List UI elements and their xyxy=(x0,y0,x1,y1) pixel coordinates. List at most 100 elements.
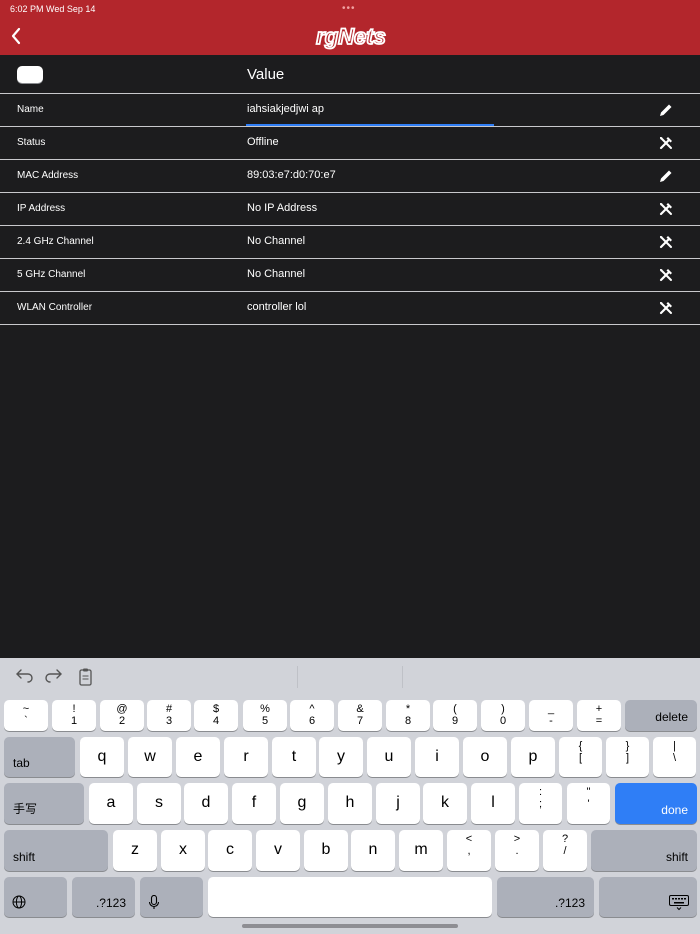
home-indicator[interactable] xyxy=(242,924,458,928)
key-i[interactable]: i xyxy=(415,737,459,777)
key-shift-char: } xyxy=(625,740,630,752)
key-3[interactable]: #3 xyxy=(147,700,191,731)
key-b[interactable]: b xyxy=(304,830,348,871)
key-4[interactable]: $4 xyxy=(194,700,238,731)
done-label: done xyxy=(661,803,688,817)
undo-icon[interactable] xyxy=(14,668,34,686)
key-char: o xyxy=(480,748,490,765)
key-v[interactable]: v xyxy=(256,830,300,871)
redo-icon[interactable] xyxy=(44,668,64,686)
tools-icon[interactable] xyxy=(658,300,674,316)
key-shift-char: % xyxy=(260,703,270,715)
key-symbol[interactable]: :; xyxy=(519,783,562,824)
tab-key[interactable]: tab xyxy=(4,737,75,777)
key-p[interactable]: p xyxy=(511,737,555,777)
key-l[interactable]: l xyxy=(471,783,515,824)
key-char: - xyxy=(549,715,553,727)
globe-key[interactable] xyxy=(4,877,67,917)
row-key: Status xyxy=(17,137,46,148)
key-`[interactable]: ~ ` xyxy=(4,700,48,731)
key-z[interactable]: z xyxy=(113,830,157,871)
key-c[interactable]: c xyxy=(208,830,252,871)
key-0[interactable]: ) 0 xyxy=(481,700,525,731)
key-char: ` xyxy=(24,715,28,727)
key-j[interactable]: j xyxy=(376,783,420,824)
key-e[interactable]: e xyxy=(176,737,220,777)
key-char: 1 xyxy=(70,715,78,727)
key-char: u xyxy=(384,748,394,765)
back-button[interactable] xyxy=(6,24,28,48)
tools-icon[interactable] xyxy=(658,135,674,151)
key--[interactable]: _ - xyxy=(529,700,573,731)
key-6[interactable]: ^ 6 xyxy=(290,700,334,731)
dictation-key[interactable] xyxy=(140,877,203,917)
key-1[interactable]: ! 1 xyxy=(52,700,96,731)
key-char: g xyxy=(297,794,307,811)
shift-right-key[interactable]: shift xyxy=(591,830,697,871)
key-char: z xyxy=(131,841,139,858)
shift-label: shift xyxy=(13,850,36,864)
key-shift-char: " xyxy=(586,786,591,798)
key-symbol[interactable]: }] xyxy=(606,737,649,777)
key-2[interactable]: @2 xyxy=(100,700,144,731)
key-y[interactable]: y xyxy=(319,737,363,777)
key-d[interactable]: d xyxy=(184,783,228,824)
space-key[interactable] xyxy=(208,877,492,917)
key-t[interactable]: t xyxy=(272,737,316,777)
paste-icon[interactable] xyxy=(76,668,96,686)
delete-key[interactable]: delete xyxy=(625,700,697,731)
key-m[interactable]: m xyxy=(399,830,443,871)
key-shift-char: + xyxy=(595,703,603,715)
row-key: 5 GHz Channel xyxy=(17,269,86,280)
key-char: ] xyxy=(625,752,630,764)
key-r[interactable]: r xyxy=(224,737,268,777)
key-char: q xyxy=(97,748,107,765)
hide-keyboard-key[interactable] xyxy=(599,877,697,917)
row-key: 2.4 GHz Channel xyxy=(17,236,94,247)
key-g[interactable]: g xyxy=(280,783,324,824)
tools-icon[interactable] xyxy=(658,267,674,283)
key-symbol[interactable]: <, xyxy=(447,830,491,871)
tools-icon[interactable] xyxy=(658,201,674,217)
key-h[interactable]: h xyxy=(328,783,372,824)
key-q[interactable]: q xyxy=(80,737,124,777)
key-x[interactable]: x xyxy=(161,830,205,871)
key-symbol[interactable]: | \ xyxy=(653,737,696,777)
key-o[interactable]: o xyxy=(463,737,507,777)
key-char: c xyxy=(226,841,234,858)
row-value[interactable]: iahsiakjedjwi ap xyxy=(247,103,324,115)
key-symbol[interactable]: >. xyxy=(495,830,539,871)
key-shift-char: ? xyxy=(561,833,569,845)
pencil-icon[interactable] xyxy=(658,102,674,118)
key-char: l xyxy=(491,794,495,811)
row-value: No Channel xyxy=(247,235,306,247)
key-shift-char: { xyxy=(578,740,583,752)
numbers-key-right[interactable]: .?123 xyxy=(497,877,594,917)
key-5[interactable]: % 5 xyxy=(243,700,287,731)
key-9[interactable]: (9 xyxy=(433,700,477,731)
key-8[interactable]: * 8 xyxy=(386,700,430,731)
shift-left-key[interactable]: shift xyxy=(4,830,108,871)
key-7[interactable]: & 7 xyxy=(338,700,382,731)
handwriting-key[interactable]: 手写 xyxy=(4,783,84,824)
key-w[interactable]: w xyxy=(128,737,172,777)
key-n[interactable]: n xyxy=(351,830,395,871)
key-shift-char: * xyxy=(405,703,411,715)
pencil-icon[interactable] xyxy=(658,168,674,184)
table-row: 5 GHz Channel No Channel xyxy=(0,259,700,292)
key-symbol[interactable]: " ' xyxy=(567,783,610,824)
key-char: ; xyxy=(538,798,543,810)
key-=[interactable]: + = xyxy=(577,700,621,731)
multitasking-dots[interactable]: ••• xyxy=(342,3,356,14)
key-k[interactable]: k xyxy=(423,783,467,824)
key-s[interactable]: s xyxy=(137,783,181,824)
key-symbol[interactable]: {[ xyxy=(559,737,602,777)
key-u[interactable]: u xyxy=(367,737,411,777)
key-f[interactable]: f xyxy=(232,783,276,824)
key-symbol[interactable]: ? / xyxy=(543,830,587,871)
key-shift-char: ( xyxy=(453,703,457,715)
tools-icon[interactable] xyxy=(658,234,674,250)
numbers-key-left[interactable]: .?123 xyxy=(72,877,135,917)
key-a[interactable]: a xyxy=(89,783,133,824)
done-key[interactable]: done xyxy=(615,783,697,824)
